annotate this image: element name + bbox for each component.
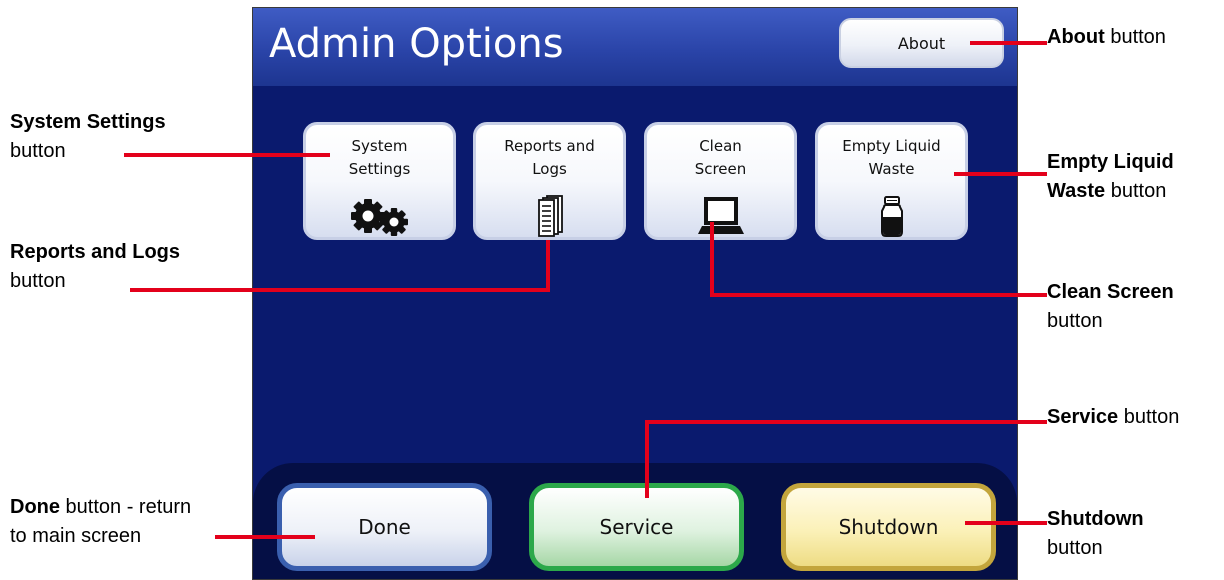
clean-screen-label: Clean Screen bbox=[694, 137, 747, 178]
gears-icon bbox=[350, 199, 408, 236]
service-callout: Service button bbox=[1047, 406, 1180, 428]
reports-and-logs-button[interactable]: Reports and Logs bbox=[473, 122, 626, 240]
empty-waste-leader-line bbox=[954, 172, 1047, 176]
reports-logs-leader-line-vertical bbox=[546, 240, 550, 292]
reports-logs-callout: Reports and Logs button bbox=[10, 241, 181, 292]
system-settings-callout: System Settings button bbox=[10, 111, 166, 162]
service-leader-line-vertical bbox=[645, 420, 649, 498]
clean-screen-button[interactable]: Clean Screen bbox=[644, 122, 797, 240]
title-bar: Admin Options About bbox=[253, 8, 1017, 86]
about-callout: About button bbox=[1047, 26, 1166, 48]
done-callout: Done button - return to main screen bbox=[10, 496, 192, 547]
documents-icon bbox=[537, 195, 563, 237]
system-settings-label: System Settings bbox=[348, 137, 411, 178]
about-leader-line bbox=[970, 41, 1047, 45]
service-leader-line-horizontal bbox=[645, 420, 1047, 424]
page-title: Admin Options bbox=[269, 21, 564, 67]
clean-screen-leader-line-horizontal bbox=[710, 293, 1047, 297]
done-leader-line bbox=[215, 535, 315, 539]
bottle-icon bbox=[880, 196, 903, 237]
reports-and-logs-label: Reports and Logs bbox=[504, 137, 595, 178]
empty-liquid-waste-label: Empty Liquid Waste bbox=[842, 137, 941, 178]
shutdown-button[interactable]: Shutdown bbox=[781, 483, 996, 571]
shutdown-leader-line bbox=[965, 521, 1047, 525]
service-button[interactable]: Service bbox=[529, 483, 744, 571]
shutdown-callout: Shutdown button bbox=[1047, 508, 1144, 559]
system-settings-button[interactable]: System Settings bbox=[303, 122, 456, 240]
empty-waste-callout: Empty Liquid Waste button bbox=[1047, 151, 1174, 202]
clean-screen-leader-line-vertical bbox=[710, 222, 714, 296]
clean-screen-callout: Clean Screen button bbox=[1047, 281, 1174, 332]
reports-logs-leader-line-horizontal bbox=[130, 288, 550, 292]
done-button[interactable]: Done bbox=[277, 483, 492, 571]
computer-icon bbox=[697, 197, 744, 234]
empty-liquid-waste-button[interactable]: Empty Liquid Waste bbox=[815, 122, 968, 240]
